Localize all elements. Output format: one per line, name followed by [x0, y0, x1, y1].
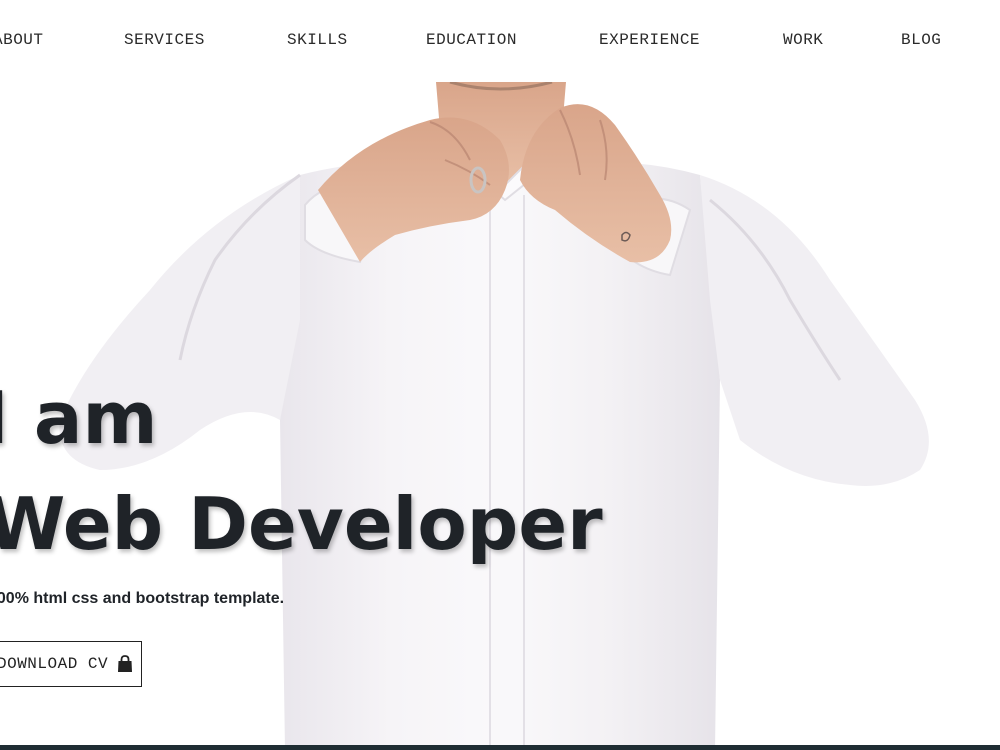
bottom-bar: [0, 745, 1000, 750]
hero-heading-line2: Web Developer: [0, 482, 603, 566]
nav-item-about[interactable]: ABOUT: [0, 30, 44, 50]
nav-item-work[interactable]: WORK: [783, 30, 823, 50]
hero-heading-line1: I am: [0, 376, 158, 460]
hero-subtitle: 100% html css and bootstrap template.: [0, 590, 285, 607]
nav-item-skills[interactable]: SKILLS: [287, 30, 348, 50]
download-cv-button[interactable]: DOWNLOAD CV: [0, 641, 142, 687]
nav-item-experience[interactable]: EXPERIENCE: [599, 30, 700, 50]
download-cv-label: DOWNLOAD CV: [0, 655, 109, 673]
nav-item-blog[interactable]: BLOG: [901, 30, 941, 50]
main-nav: ABOUT SERVICES SKILLS EDUCATION EXPERIEN…: [0, 0, 1000, 80]
nav-item-education[interactable]: EDUCATION: [426, 30, 517, 50]
portfolio-page: ABOUT SERVICES SKILLS EDUCATION EXPERIEN…: [0, 0, 1000, 750]
shopping-bag-icon: [118, 655, 132, 672]
nav-item-services[interactable]: SERVICES: [124, 30, 205, 50]
